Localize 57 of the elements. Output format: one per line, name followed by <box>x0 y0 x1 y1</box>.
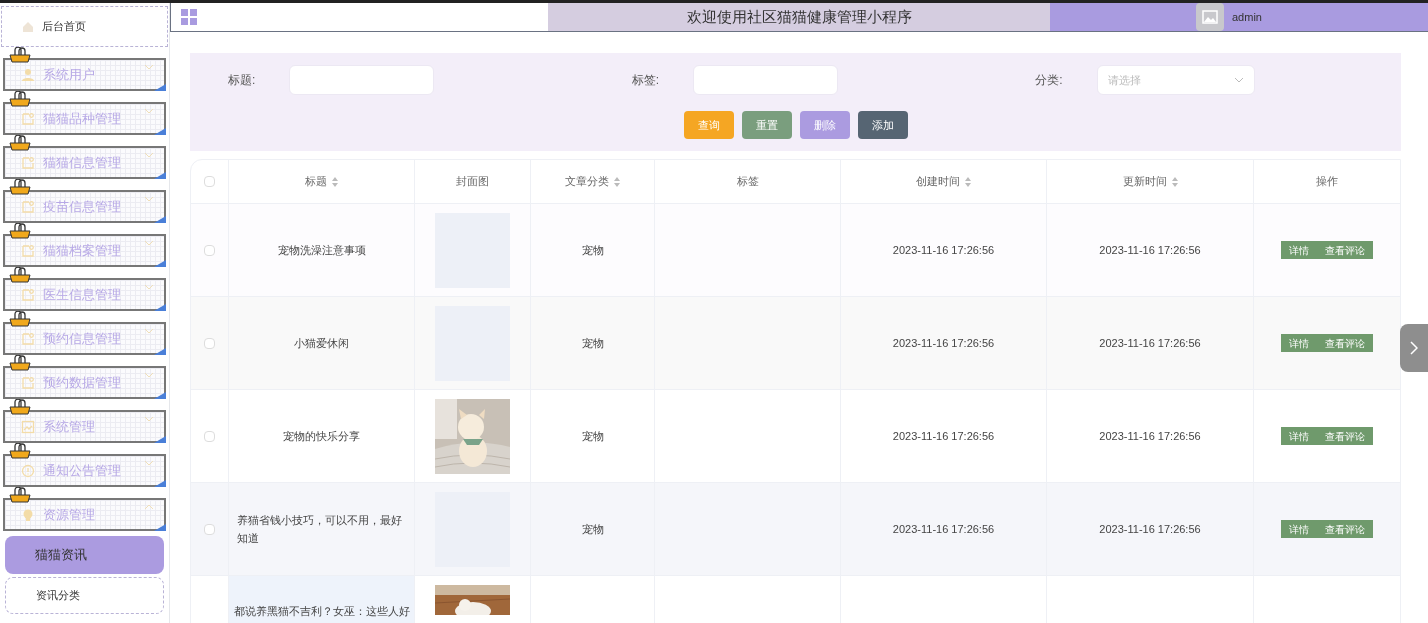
row-action-button[interactable]: 详情 <box>1281 520 1317 538</box>
table-cell-text: 2023-11-16 17:26:56 <box>1099 242 1201 258</box>
action-button[interactable]: 重置 <box>741 111 792 139</box>
header-cell: 标题 <box>229 160 415 203</box>
row-action-button[interactable]: 详情 <box>1281 241 1317 259</box>
table-cell-text: 宠物 <box>581 335 604 351</box>
menu-item[interactable]: 医生信息管理 <box>3 278 166 311</box>
menu-item[interactable]: 资源管理 <box>3 498 166 531</box>
field-label: 分类: <box>1035 72 1063 89</box>
header-cell: 创建时间 <box>841 160 1047 203</box>
table-cell-text: 宠物 <box>581 242 604 258</box>
table-cell-text: 2023-11-16 17:26:56 <box>1099 521 1201 537</box>
menu-item[interactable]: 预约信息管理 <box>3 322 166 355</box>
category-select[interactable]: 请选择 <box>1096 65 1255 95</box>
table-cell-text: 宠物 <box>581 521 604 537</box>
header-cell: 操作 <box>1254 160 1400 203</box>
table-cell-text: 2023-11-16 17:26:56 <box>892 335 995 351</box>
table-cell-text: 2023-11-16 17:26:56 <box>892 428 995 444</box>
row-action-button[interactable]: 查看评论 <box>1317 241 1373 259</box>
field-label: 标题: <box>228 72 256 89</box>
menu-item[interactable]: 通知公告管理 <box>3 454 166 487</box>
home-label: 后台首页 <box>42 19 86 35</box>
table-cell-text: 小猫爱休闲 <box>294 336 349 351</box>
action-button[interactable]: 查询 <box>683 111 734 139</box>
page-title: 欢迎使用社区猫猫健康管理小程序 <box>686 6 912 27</box>
table-cell-text: 2023-11-16 17:26:56 <box>1099 428 1201 444</box>
home-menu-item[interactable]: 后台首页 <box>1 6 168 47</box>
submenu-item[interactable]: 资讯分类 <box>5 577 164 614</box>
submenu-item[interactable]: 猫猫资讯 <box>5 536 164 574</box>
menu-item[interactable]: 系统用户 <box>3 58 166 91</box>
table-cell-text: 宠物洗澡注意事项 <box>277 243 366 258</box>
header-cell: 标签 <box>655 160 841 203</box>
table-cell-text: 养猫省钱小技巧，可以不用，最好知道 <box>237 513 403 546</box>
table-cell-text: 2023-11-16 17:26:56 <box>1099 335 1201 351</box>
menu-item[interactable]: 疫苗信息管理 <box>3 190 166 223</box>
table-cell-text: 宠物的快乐分享 <box>283 429 360 444</box>
row-action-button[interactable]: 查看评论 <box>1317 334 1373 352</box>
header-cell: 文章分类 <box>531 160 655 203</box>
row-action-button[interactable]: 详情 <box>1281 427 1317 445</box>
header-cell: 封面图 <box>415 160 531 203</box>
menu-item[interactable]: 猫猫品种管理 <box>3 102 166 135</box>
action-button[interactable]: 删除 <box>799 111 850 139</box>
menu-item[interactable]: 系统管理 <box>3 410 166 443</box>
user-name: admin <box>1232 9 1262 25</box>
table-cell-text: 2023-11-16 17:26:56 <box>892 521 995 537</box>
row-action-button[interactable]: 查看评论 <box>1317 520 1373 538</box>
field-label: 标签: <box>631 72 659 89</box>
header-cell: 更新时间 <box>1047 160 1254 203</box>
row-action-button[interactable]: 查看评论 <box>1317 427 1373 445</box>
action-button[interactable]: 添加 <box>857 111 908 139</box>
table-cell-text: 宠物 <box>581 428 604 444</box>
table-cell-text: 2023-11-16 17:26:56 <box>892 242 995 258</box>
row-action-button[interactable]: 详情 <box>1281 334 1317 352</box>
menu-item[interactable]: 猫猫信息管理 <box>3 146 166 179</box>
menu-item[interactable]: 猫猫档案管理 <box>3 234 166 267</box>
menu-item[interactable]: 预约数据管理 <box>3 366 166 399</box>
table-cell-text: 都说养黑猫不吉利？女巫：这些人好 <box>233 604 410 619</box>
